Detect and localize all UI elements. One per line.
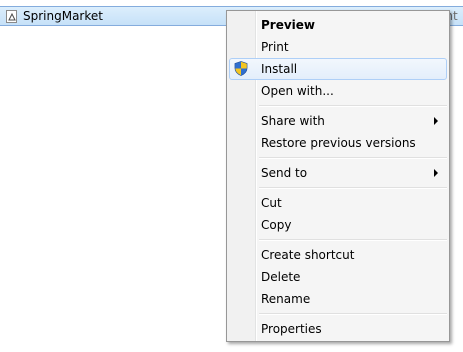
context-menu: Preview Print Install Open with... Share… bbox=[226, 10, 450, 342]
uac-shield-icon bbox=[234, 61, 248, 76]
menu-separator bbox=[259, 157, 447, 159]
menu-item-label: Delete bbox=[261, 270, 301, 284]
menu-item-copy[interactable]: Copy bbox=[229, 214, 447, 236]
menu-item-restore-previous-versions[interactable]: Restore previous versions bbox=[229, 132, 447, 154]
menu-item-label: Share with bbox=[261, 114, 325, 128]
menu-item-label: Copy bbox=[261, 218, 292, 232]
menu-item-label: Rename bbox=[261, 292, 311, 306]
menu-item-preview[interactable]: Preview bbox=[229, 14, 447, 36]
menu-item-properties[interactable]: Properties bbox=[229, 318, 447, 340]
menu-item-label: Cut bbox=[261, 196, 282, 210]
menu-item-label: Create shortcut bbox=[261, 248, 355, 262]
menu-item-label: Install bbox=[261, 62, 298, 76]
menu-separator bbox=[259, 239, 447, 241]
menu-separator bbox=[259, 187, 447, 189]
menu-item-open-with[interactable]: Open with... bbox=[229, 80, 447, 102]
menu-item-install[interactable]: Install bbox=[229, 58, 447, 80]
menu-item-label: Preview bbox=[261, 18, 316, 32]
menu-item-label: Properties bbox=[261, 322, 322, 336]
menu-separator bbox=[259, 105, 447, 107]
document-icon bbox=[6, 10, 17, 23]
submenu-arrow-icon bbox=[434, 169, 438, 177]
menu-item-label: Print bbox=[261, 40, 289, 54]
menu-separator bbox=[259, 313, 447, 315]
menu-item-label: Restore previous versions bbox=[261, 136, 416, 150]
menu-item-label: Open with... bbox=[261, 84, 334, 98]
menu-item-cut[interactable]: Cut bbox=[229, 192, 447, 214]
menu-item-send-to[interactable]: Send to bbox=[229, 162, 447, 184]
menu-item-share-with[interactable]: Share with bbox=[229, 110, 447, 132]
menu-item-label: Send to bbox=[261, 166, 308, 180]
submenu-arrow-icon bbox=[434, 117, 438, 125]
desktop-window: SpringMarket ont Preview Print Install bbox=[0, 0, 463, 352]
file-name: SpringMarket bbox=[23, 9, 103, 23]
menu-item-rename[interactable]: Rename bbox=[229, 288, 447, 310]
menu-item-delete[interactable]: Delete bbox=[229, 266, 447, 288]
menu-item-print[interactable]: Print bbox=[229, 36, 447, 58]
menu-item-create-shortcut[interactable]: Create shortcut bbox=[229, 244, 447, 266]
